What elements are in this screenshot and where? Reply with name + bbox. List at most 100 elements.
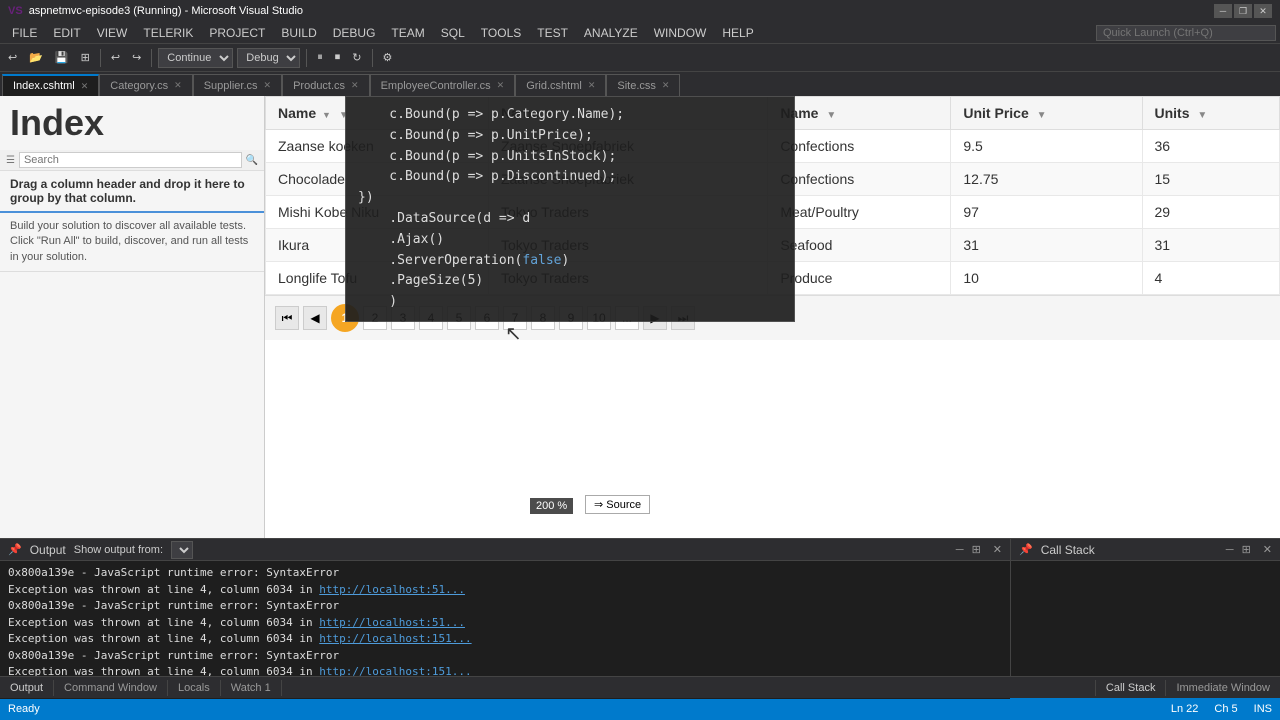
toolbar-config-dropdown[interactable]: Continue: [158, 48, 233, 68]
cell-category: Meat/Poultry: [768, 196, 951, 229]
col-header-units[interactable]: Units ▼: [1142, 97, 1280, 130]
bottom-tab-watch1[interactable]: Watch 1: [221, 680, 282, 696]
cell-units: 29: [1142, 196, 1280, 229]
window-title: aspnetmvc-episode3 (Running) - Microsoft…: [29, 5, 1214, 17]
tab-close-icon[interactable]: ✕: [497, 80, 505, 91]
menu-tools[interactable]: TOOLS: [473, 24, 529, 42]
output-show-label: Show output from:: [74, 544, 163, 556]
bottom-tab-output[interactable]: Output: [0, 680, 54, 696]
filter-icon-3[interactable]: ▼: [826, 110, 836, 121]
bottom-tab-commandwindow[interactable]: Command Window: [54, 680, 168, 696]
callstack-pin-icon[interactable]: 📌: [1019, 543, 1033, 556]
code-line-2: c.Bound(p => p.UnitPrice);: [358, 126, 782, 147]
tab-close-icon[interactable]: ✕: [351, 80, 359, 91]
info-box: Build your solution to discover all avai…: [0, 213, 264, 272]
menu-file[interactable]: FILE: [4, 24, 45, 42]
output-line-5: Exception was thrown at line 4, column 6…: [8, 631, 1002, 648]
quick-launch-input[interactable]: [1096, 25, 1276, 41]
callstack-close-btn[interactable]: ✕: [1263, 543, 1272, 556]
bottom-tab-callstack[interactable]: Call Stack: [1095, 680, 1166, 696]
output-link-2[interactable]: http://localhost:51...: [319, 616, 465, 629]
output-pin-btn[interactable]: ─: [956, 544, 964, 556]
menu-test[interactable]: TEST: [529, 24, 576, 42]
output-link-3[interactable]: http://localhost:151...: [319, 632, 471, 645]
tab-close-icon[interactable]: ✕: [662, 80, 670, 91]
toolbar-saveall[interactable]: ⊞: [77, 49, 94, 66]
filter-icon-4[interactable]: ▼: [1037, 110, 1047, 121]
menu-project[interactable]: PROJECT: [201, 24, 273, 42]
menu-analyze[interactable]: ANALYZE: [576, 24, 646, 42]
tab-index-cshtml[interactable]: Index.cshtml ✕: [2, 74, 99, 96]
tab-label: Site.css: [617, 80, 656, 92]
cell-unitprice: 9.5: [951, 130, 1142, 163]
bottom-tab-immediatewindow[interactable]: Immediate Window: [1165, 680, 1280, 696]
menu-edit[interactable]: EDIT: [45, 24, 88, 42]
pagination-first[interactable]: ⏮: [275, 306, 299, 330]
tab-grid-cshtml[interactable]: Grid.cshtml ✕: [515, 74, 606, 96]
toolbar-redo[interactable]: ↪: [128, 49, 145, 66]
close-button[interactable]: ✕: [1254, 4, 1272, 18]
col-header-name3[interactable]: Name ▼: [768, 97, 951, 130]
toolbar-back[interactable]: ↩: [4, 49, 21, 66]
code-line-4: c.Bound(p => p.Discontinued);: [358, 167, 782, 188]
cell-unitprice: 10: [951, 262, 1142, 295]
menu-bar: FILE EDIT VIEW TELERIK PROJECT BUILD DEB…: [0, 22, 1280, 44]
output-panel-header: 📌 Output Show output from: ─ ⊞ ✕: [0, 539, 1010, 561]
toolbar-save[interactable]: 💾: [51, 49, 73, 66]
menu-window[interactable]: WINDOW: [646, 24, 715, 42]
tab-close-icon[interactable]: ✕: [588, 80, 596, 91]
output-link-1[interactable]: http://localhost:51...: [319, 583, 465, 596]
tab-supplier-cs[interactable]: Supplier.cs ✕: [193, 74, 282, 96]
toolbar-pause[interactable]: ⏸: [313, 49, 327, 66]
col-header-unitprice[interactable]: Unit Price ▼: [951, 97, 1142, 130]
left-panel: Index ☰ 🔍 Drag a column header and drop …: [0, 96, 265, 544]
callstack-float-btn[interactable]: ⊞: [1242, 543, 1251, 556]
tab-close-icon[interactable]: ✕: [174, 80, 182, 91]
code-line-7: .Ajax(): [358, 230, 782, 251]
minimize-button[interactable]: ─: [1214, 4, 1232, 18]
search-submit-icon[interactable]: 🔍: [246, 155, 258, 166]
filter-icon-5[interactable]: ▼: [1197, 110, 1207, 121]
menu-view[interactable]: VIEW: [89, 24, 136, 42]
toolbar-misc[interactable]: ⚙: [379, 49, 397, 66]
main-layout: Index ☰ 🔍 Drag a column header and drop …: [0, 96, 1280, 544]
tab-close-icon[interactable]: ✕: [264, 80, 272, 91]
output-pin-icon[interactable]: 📌: [8, 543, 22, 556]
output-line-6: 0x800a139e - JavaScript runtime error: S…: [8, 648, 1002, 665]
restore-button[interactable]: ❐: [1234, 4, 1252, 18]
content-area: c.Bound(p => p.Category.Name); c.Bound(p…: [265, 96, 1280, 544]
menu-build[interactable]: BUILD: [273, 24, 324, 42]
callstack-header: 📌 Call Stack ─ ⊞ ✕: [1011, 539, 1280, 561]
callstack-pin-btn[interactable]: ─: [1226, 544, 1234, 556]
tab-close-icon[interactable]: ✕: [81, 81, 89, 92]
cell-units: 36: [1142, 130, 1280, 163]
tab-product-cs[interactable]: Product.cs ✕: [282, 74, 370, 96]
search-input[interactable]: [19, 152, 242, 168]
menu-debug[interactable]: DEBUG: [325, 24, 384, 42]
callstack-panel: 📌 Call Stack ─ ⊞ ✕: [1010, 538, 1280, 698]
tab-employeecontroller-cs[interactable]: EmployeeController.cs ✕: [370, 74, 516, 96]
toolbar-restart[interactable]: ↻: [348, 49, 365, 66]
menu-telerik[interactable]: TELERIK: [135, 24, 201, 42]
menu-sql[interactable]: SQL: [433, 24, 473, 42]
pagination-prev[interactable]: ◀: [303, 306, 327, 330]
toolbar-debug-dropdown[interactable]: Debug: [237, 48, 300, 68]
tab-site-css[interactable]: Site.css ✕: [606, 74, 680, 96]
tab-category-cs[interactable]: Category.cs ✕: [99, 74, 192, 96]
source-button[interactable]: ⇒ Source: [585, 495, 650, 514]
output-line-2: Exception was thrown at line 4, column 6…: [8, 582, 1002, 599]
menu-team[interactable]: TEAM: [383, 24, 432, 42]
output-float-btn[interactable]: ⊞: [972, 543, 981, 556]
status-ready: Ready: [8, 703, 40, 715]
toolbar-open[interactable]: 📂: [25, 49, 47, 66]
menu-help[interactable]: HELP: [714, 24, 761, 42]
output-source-dropdown[interactable]: [171, 541, 193, 559]
title-bar: VS aspnetmvc-episode3 (Running) - Micros…: [0, 0, 1280, 22]
bottom-tab-locals[interactable]: Locals: [168, 680, 221, 696]
output-close-btn[interactable]: ✕: [993, 543, 1002, 556]
code-line-8: .ServerOperation(false): [358, 251, 782, 272]
cell-category: Confections: [768, 163, 951, 196]
toolbar-stop[interactable]: ⏹: [331, 49, 345, 66]
output-line-1: 0x800a139e - JavaScript runtime error: S…: [8, 565, 1002, 582]
toolbar-undo[interactable]: ↩: [107, 49, 124, 66]
